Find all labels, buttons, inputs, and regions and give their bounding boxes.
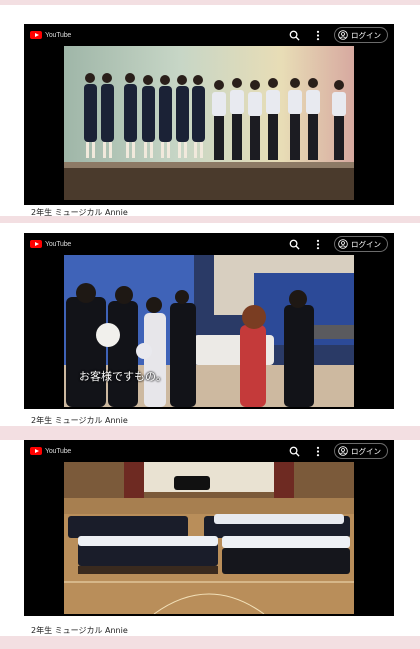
video-frame-stage-students [64, 46, 354, 200]
video-card-2: YouTube ログイン お客様ですもの。 2年生 ミュージカル Annie [0, 223, 420, 426]
youtube-logo[interactable]: YouTube [30, 447, 71, 455]
login-button[interactable]: ログイン [334, 27, 388, 43]
video-frame-gymnasium [64, 462, 354, 614]
login-label: ログイン [351, 239, 381, 249]
more-vert-icon[interactable] [310, 236, 326, 252]
login-button[interactable]: ログイン [334, 236, 388, 252]
login-button[interactable]: ログイン [334, 443, 388, 459]
video-frame-living-room [64, 255, 354, 407]
youtube-logo-text: YouTube [45, 240, 72, 248]
video-caption-2[interactable]: 2年生 ミュージカル Annie [31, 415, 128, 426]
video-subtitle: お客様ですもの。 [79, 370, 167, 383]
video-player-1[interactable]: YouTube ログイン [24, 24, 394, 205]
video-card-1: YouTube ログイン 2年生 ミュージカル Annie [0, 5, 420, 218]
player-topbar: YouTube ログイン [24, 24, 394, 46]
account-icon [338, 30, 348, 40]
video-caption-3[interactable]: 2年生 ミュージカル Annie [31, 625, 128, 636]
video-caption-1[interactable]: 2年生 ミュージカル Annie [31, 207, 128, 218]
youtube-logo-icon [30, 240, 42, 248]
video-card-3: YouTube ログイン 2年生 ミュージカル Annie [0, 440, 420, 636]
youtube-logo[interactable]: YouTube [30, 31, 71, 39]
more-vert-icon[interactable] [310, 443, 326, 459]
account-icon [338, 239, 348, 249]
video-player-3[interactable]: YouTube ログイン [24, 440, 394, 616]
video-player-2[interactable]: YouTube ログイン お客様ですもの。 [24, 233, 394, 409]
search-icon[interactable] [286, 443, 302, 459]
search-icon[interactable] [286, 236, 302, 252]
player-topbar: YouTube ログイン [24, 440, 394, 462]
youtube-logo-text: YouTube [45, 447, 72, 455]
player-topbar: YouTube ログイン [24, 233, 394, 255]
search-icon[interactable] [286, 27, 302, 43]
account-icon [338, 446, 348, 456]
more-vert-icon[interactable] [310, 27, 326, 43]
youtube-logo-icon [30, 447, 42, 455]
login-label: ログイン [351, 446, 381, 456]
youtube-logo-text: YouTube [45, 31, 72, 39]
login-label: ログイン [351, 30, 381, 40]
youtube-logo-icon [30, 31, 42, 39]
youtube-logo[interactable]: YouTube [30, 240, 71, 248]
